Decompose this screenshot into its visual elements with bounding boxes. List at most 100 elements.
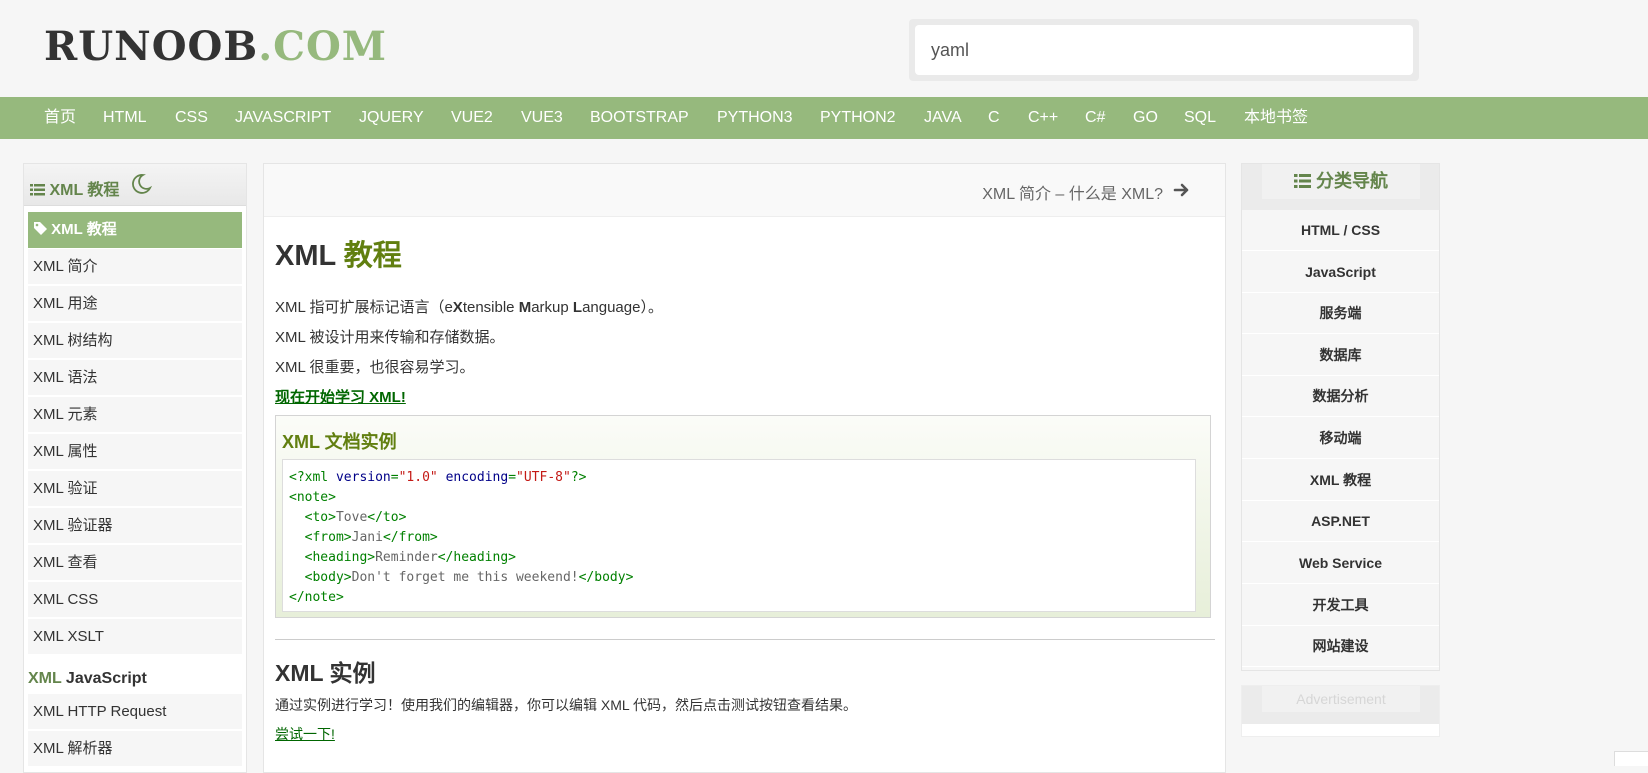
code-line-4: <from>Jani</from>: [289, 528, 1189, 548]
tag-icon: [34, 221, 51, 238]
divider: [275, 639, 1215, 640]
nav-bootstrap[interactable]: BOOTSTRAP: [590, 97, 689, 139]
page-navigation: XML 简介 – 什么是 XML?: [264, 164, 1225, 217]
code-token: Jani: [351, 530, 383, 545]
code-line-2: <note>: [289, 490, 336, 505]
intro-paragraph-1: XML 指可扩展标记语言（eXtensible Markup Language）…: [275, 296, 663, 317]
logo-text-com: .COM: [258, 23, 388, 70]
sidebar-item-validator[interactable]: XML 验证器: [28, 508, 242, 544]
try-it-link[interactable]: 尝试一下!: [275, 724, 335, 744]
category-dev-tools[interactable]: 开发工具: [1242, 585, 1439, 626]
sidebar-item-active[interactable]: XML 教程: [28, 212, 242, 248]
category-javascript[interactable]: JavaScript: [1242, 252, 1439, 293]
section-title-green: XML: [28, 670, 62, 687]
advertisement-bar: Advertisement: [1242, 686, 1439, 724]
sidebar-item-tree[interactable]: XML 树结构: [28, 323, 242, 359]
nav-c[interactable]: C: [988, 97, 1000, 139]
code-token: <heading>: [289, 550, 376, 565]
site-logo[interactable]: RUNOOB.COM: [44, 24, 387, 70]
sidebar-item-label: XML 教程: [51, 221, 117, 238]
nav-javascript[interactable]: JAVASCRIPT: [235, 97, 331, 139]
code-line-6: <body>Don't forget me this weekend!</bod…: [289, 568, 1189, 588]
sidebar-header: XML 教程: [24, 164, 246, 206]
site-header: RUNOOB.COM: [0, 0, 1648, 97]
code-line-1: <?xml version="1.0" encoding="UTF-8"?>: [289, 468, 1189, 488]
p1-text-e: arkup: [531, 299, 573, 316]
nav-go[interactable]: GO: [1133, 97, 1158, 139]
title-part-a: XML: [275, 240, 344, 272]
code-token: =: [508, 470, 517, 485]
next-page-link[interactable]: XML 简介 – 什么是 XML?: [982, 180, 1163, 204]
category-mobile[interactable]: 移动端: [1242, 418, 1439, 459]
nav-cpp[interactable]: C++: [1028, 97, 1058, 139]
nav-vue3[interactable]: VUE3: [521, 97, 563, 139]
category-xml[interactable]: XML 教程: [1242, 460, 1439, 501]
category-html-css[interactable]: HTML / CSS: [1242, 210, 1439, 251]
nav-html[interactable]: HTML: [103, 97, 147, 139]
category-web-service[interactable]: Web Service: [1242, 543, 1439, 584]
code-token: </body>: [578, 570, 634, 585]
sidebar-item-httprequest[interactable]: XML HTTP Request: [28, 694, 242, 730]
code-token: <?xml: [289, 470, 336, 485]
code-token: Tove: [335, 510, 368, 525]
advertisement-box: Advertisement: [1241, 685, 1440, 737]
code-token: version: [335, 470, 391, 485]
nav-sql[interactable]: SQL: [1184, 97, 1216, 139]
code-token: <to>: [289, 510, 336, 525]
sidebar-item-view[interactable]: XML 查看: [28, 545, 242, 581]
p1-text-g: anguage）。: [582, 299, 663, 316]
nav-python2[interactable]: PYTHON2: [820, 97, 896, 139]
category-data-analysis[interactable]: 数据分析: [1242, 376, 1439, 417]
list-icon: [30, 182, 49, 199]
sidebar-item-usage[interactable]: XML 用途: [28, 286, 242, 322]
sidebar-section-title: XML JavaScript: [28, 670, 147, 688]
sidebar-item-validation[interactable]: XML 验证: [28, 471, 242, 507]
right-sidebar: 分类导航 HTML / CSS JavaScript 服务端 数据库 数据分析 …: [1241, 163, 1440, 671]
category-nav-title: 分类导航: [1262, 164, 1420, 199]
section-text: 通过实例进行学习！使用我们的编辑器，你可以编辑 XML 代码，然后点击测试按钮查…: [275, 697, 858, 713]
code-line-5: <heading>Reminder</heading>: [289, 548, 1189, 568]
nav-python3[interactable]: PYTHON3: [717, 97, 793, 139]
nav-home[interactable]: 首页: [44, 97, 76, 139]
code-line-7: </note>: [289, 590, 344, 605]
code-token: "UTF-8": [516, 470, 571, 485]
category-database[interactable]: 数据库: [1242, 335, 1439, 376]
sidebar-item-css[interactable]: XML CSS: [28, 582, 242, 618]
nav-csharp[interactable]: C#: [1085, 97, 1105, 139]
start-learning-link[interactable]: 现在开始学习 XML!: [275, 386, 406, 407]
sidebar-item-attributes[interactable]: XML 属性: [28, 434, 242, 470]
nav-java[interactable]: JAVA: [924, 97, 962, 139]
example-title: XML 文档实例: [282, 432, 397, 452]
section-heading: XML 实例: [275, 660, 376, 686]
sidebar-item-syntax[interactable]: XML 语法: [28, 360, 242, 396]
category-website[interactable]: 网站建设: [1242, 626, 1439, 667]
page-title: XML 教程: [275, 232, 402, 274]
search-box: [909, 19, 1419, 81]
nav-vue2[interactable]: VUE2: [451, 97, 493, 139]
sidebar-item-intro[interactable]: XML 简介: [28, 249, 242, 285]
nav-css[interactable]: CSS: [175, 97, 208, 139]
dark-mode-icon[interactable]: [130, 173, 153, 195]
sidebar-title-text: XML 教程: [49, 182, 120, 199]
logo-text-main: RUNOOB: [44, 23, 259, 70]
code-token: =: [390, 470, 399, 485]
nav-jquery[interactable]: JQUERY: [359, 97, 424, 139]
sidebar-item-xslt[interactable]: XML XSLT: [28, 619, 242, 655]
sidebar-item-elements[interactable]: XML 元素: [28, 397, 242, 433]
code-line-3: <to>Tove</to>: [289, 508, 1189, 528]
intro-paragraph-3: XML 很重要，也很容易学习。: [275, 359, 475, 376]
intro-paragraph-2: XML 被设计用来传输和存储数据。: [275, 329, 505, 346]
arrow-right-icon[interactable]: [1173, 181, 1191, 199]
section-title-rest: JavaScript: [61, 670, 147, 687]
code-token: Reminder: [375, 550, 438, 565]
nav-bookmarks[interactable]: 本地书签: [1244, 97, 1308, 139]
category-server[interactable]: 服务端: [1242, 293, 1439, 334]
sidebar-item-parser[interactable]: XML 解析器: [28, 731, 242, 767]
p1-text-a: XML 指可扩展标记语言（e: [275, 299, 453, 316]
p1-bold-m: M: [518, 299, 532, 316]
search-input[interactable]: [915, 25, 1413, 75]
code-token: </heading>: [437, 550, 516, 565]
category-aspnet[interactable]: ASP.NET: [1242, 501, 1439, 542]
main-content: XML 简介 – 什么是 XML? XML 教程 XML 指可扩展标记语言（eX…: [263, 163, 1226, 773]
